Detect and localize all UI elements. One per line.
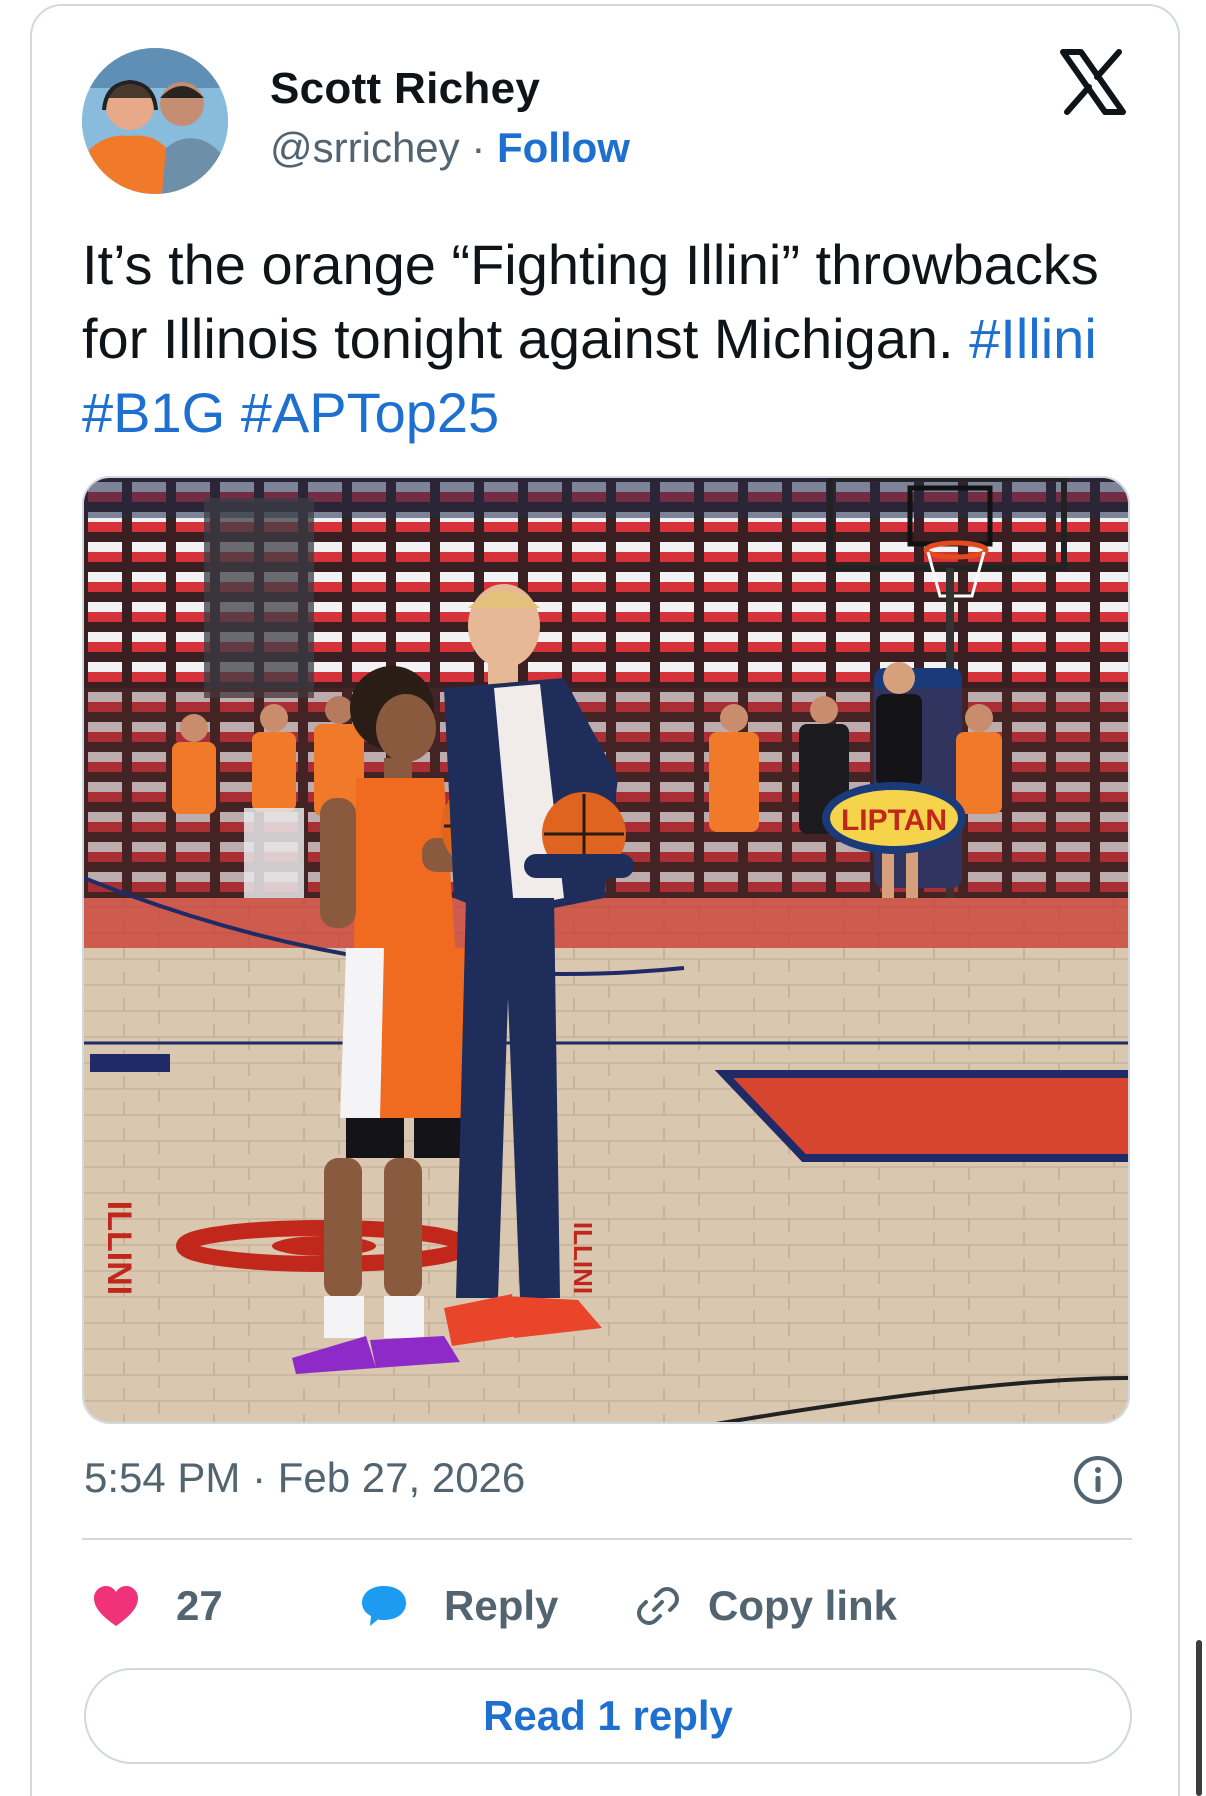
copy-link-button[interactable]: Copy link: [634, 1566, 897, 1646]
action-bar: 27 Reply Copy link: [82, 1566, 1132, 1646]
author-handle-row: @srrichey · Follow: [270, 124, 630, 172]
x-logo-icon[interactable]: [1057, 46, 1129, 118]
tweet-timestamp[interactable]: 5:54 PM · Feb 27, 2026: [84, 1454, 525, 1502]
like-count: 27: [176, 1582, 223, 1629]
tweet-text: It’s the orange “Fighting Illini” throwb…: [82, 228, 1102, 450]
link-icon: [634, 1582, 682, 1630]
like-button[interactable]: 27: [92, 1566, 223, 1646]
read-reply-button[interactable]: Read 1 reply: [84, 1668, 1132, 1764]
info-icon[interactable]: [1072, 1454, 1124, 1506]
copy-link-label: Copy link: [708, 1582, 898, 1629]
handle-separator: ·: [471, 124, 486, 171]
tweet-card: Scott Richey @srrichey · Follow It’s the…: [30, 4, 1180, 1796]
speech-bubble-icon: [360, 1584, 408, 1628]
reply-button[interactable]: Reply: [360, 1566, 558, 1646]
divider: [82, 1538, 1132, 1540]
reply-label: Reply: [444, 1582, 559, 1629]
court-text-left: ILLINI: [100, 1201, 138, 1295]
heart-icon: [92, 1584, 140, 1628]
hashtag-aptop25[interactable]: #APTop25: [241, 381, 499, 444]
court-text-right: ILLINI: [568, 1222, 598, 1294]
hashtag-illini[interactable]: #Illini: [969, 307, 1097, 370]
sponsor-banner-text: LIPTAN: [841, 804, 947, 837]
author-name[interactable]: Scott Richey: [270, 64, 540, 114]
tweet-photo[interactable]: LIPTAN ILLINI ILLINI: [82, 476, 1130, 1424]
follow-button[interactable]: Follow: [497, 124, 630, 171]
hashtag-b1g[interactable]: #B1G: [82, 381, 225, 444]
tweet-body: It’s the orange “Fighting Illini” throwb…: [82, 233, 1099, 370]
avatar[interactable]: [82, 48, 228, 194]
scrollbar[interactable]: [1196, 1640, 1202, 1796]
author-handle[interactable]: @srrichey: [270, 124, 460, 171]
